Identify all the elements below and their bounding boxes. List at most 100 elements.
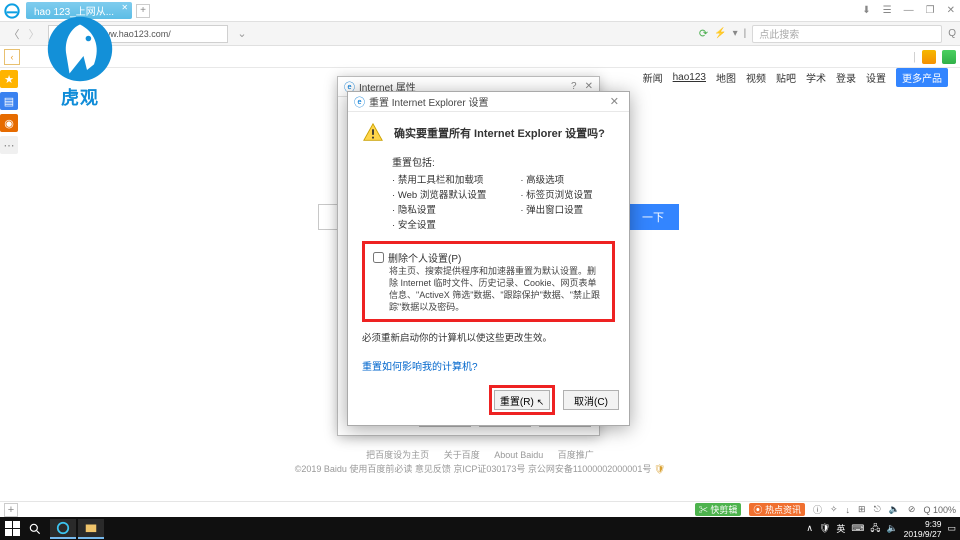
reset-cancel-button[interactable]: 取消(C)	[563, 390, 619, 410]
cursor-icon: ↖	[537, 397, 545, 407]
minimize-button[interactable]: —	[901, 5, 917, 16]
ribbon-more-icon[interactable]: ⋯	[0, 136, 18, 154]
download-icon[interactable]: ⬇	[859, 5, 873, 16]
baidu-search-button[interactable]: 一下	[627, 204, 679, 230]
link-hao123[interactable]: hao123	[673, 72, 706, 83]
url-caret[interactable]: ▾	[733, 28, 738, 39]
link-login[interactable]: 登录	[836, 70, 856, 85]
hotnews-button[interactable]: ⦿ 热点资讯	[749, 503, 805, 516]
baidu-footer: 把百度设为主页 关于百度 About Baidu 百度推广 ©2019 Baid…	[0, 448, 960, 476]
status-icon[interactable]: ⎋	[874, 504, 881, 515]
tray-volume-icon[interactable]: 🔈	[886, 523, 897, 534]
back-button[interactable]: 〈	[4, 24, 24, 44]
tray-notification-icon[interactable]: ▭	[947, 523, 956, 534]
sync-icon[interactable]: ⟳	[699, 27, 708, 40]
status-speaker-icon[interactable]: 🔈	[889, 504, 900, 515]
link-settings[interactable]: 设置	[866, 70, 886, 85]
tray-shield-icon[interactable]: 🛡	[819, 523, 830, 534]
top-nav-links: 新闻 hao123 地图 视频 贴吧 学术 登录 设置 更多产品	[643, 68, 948, 87]
ribbon-weibo-icon[interactable]: ◉	[0, 114, 18, 132]
titlebar: hao 123_上网从... + ⬇ ☰ — ❐ ✕	[0, 0, 960, 22]
list-item: 弹出窗口设置	[520, 203, 592, 218]
huguan-logo: 虎观	[40, 14, 120, 110]
logo-text: 虎观	[40, 84, 120, 110]
bookmarks-bar: ‹ |	[0, 46, 960, 68]
reset-help-link[interactable]: 重置如何影响我的计算机?	[362, 358, 478, 373]
zoom-level[interactable]: Q 100%	[923, 505, 956, 515]
extension-icon-2[interactable]	[942, 50, 956, 64]
status-icon[interactable]: ✧	[830, 504, 838, 515]
reset-title: 重置 Internet Explorer 设置	[369, 94, 488, 109]
reset-titlebar[interactable]: ⓔ 重置 Internet Explorer 设置 ✕	[348, 92, 629, 112]
list-item: 禁用工具栏和加载项	[392, 173, 486, 188]
taskbar-clock[interactable]: 9:39 2019/9/27	[904, 519, 942, 539]
taskbar-explorer-icon[interactable]	[78, 519, 104, 539]
tray-keyboard-icon[interactable]: ⌨	[851, 523, 864, 534]
reset-confirm-button[interactable]: 重置(R) ↖	[494, 390, 550, 410]
url-bar: 〈 〉 🔒 https://www.hao123.com/ ⌄ ⟳ ⚡ ▾ | …	[0, 22, 960, 46]
taskbar-search-icon[interactable]	[22, 519, 48, 539]
dropdown-icon[interactable]: ⌄	[232, 24, 252, 44]
delete-personal-checkbox[interactable]: 删除个人设置(P)	[373, 250, 604, 265]
reset-ie-dialog: ⓔ 重置 Internet Explorer 设置 ✕ 确实要重置所有 Inte…	[347, 91, 630, 426]
window-controls: ⬇ ☰ — ❐ ✕	[859, 5, 958, 16]
close-button[interactable]: ✕	[944, 5, 958, 16]
link-xueshu[interactable]: 学术	[806, 70, 826, 85]
link-map[interactable]: 地图	[716, 70, 736, 85]
ie-icon: ⓔ	[354, 94, 365, 110]
status-icon[interactable]: ⊞	[858, 504, 866, 515]
tray-up-icon[interactable]: ∧	[806, 523, 813, 534]
list-item: Web 浏览器默认设置	[392, 188, 486, 203]
reset-close-button[interactable]: ✕	[606, 95, 623, 108]
list-item: 隐私设置	[392, 203, 486, 218]
delete-personal-highlight: 删除个人设置(P) 将主页、搜索提供程序和加速器重置为默认设置。删除 Inter…	[362, 241, 615, 322]
footer-copyright: ©2019 Baidu 使用百度前必读 意见反馈 京ICP证030173号 京公…	[295, 464, 652, 474]
ribbon-doc-icon[interactable]: ▤	[0, 92, 18, 110]
status-icon[interactable]: ⓘ	[813, 503, 822, 516]
omni-search-input[interactable]: 点此搜索	[752, 25, 942, 43]
footer-link[interactable]: 关于百度	[444, 450, 480, 460]
restore-button[interactable]: ❐	[923, 5, 938, 16]
link-video[interactable]: 视频	[746, 70, 766, 85]
delete-personal-desc: 将主页、搜索提供程序和加速器重置为默认设置。删除 Internet 临时文件、历…	[373, 265, 604, 313]
browser-status-bar: + ✂ 快剪辑 ⦿ 热点资讯 ⓘ ✧ ↓ ⊞ ⎋ 🔈 ⊘ Q 100%	[0, 501, 960, 517]
list-item: 标签页浏览设置	[520, 188, 592, 203]
status-block-icon[interactable]: ⊘	[908, 504, 916, 515]
list-item: 安全设置	[392, 218, 486, 233]
search-icon[interactable]: Q	[948, 28, 956, 39]
shield-icon: 🛡	[654, 464, 665, 474]
url-pipe: |	[744, 28, 747, 39]
new-tab-button[interactable]: +	[136, 4, 150, 18]
extension-icon-1[interactable]	[922, 50, 936, 64]
kuaijianji-button[interactable]: ✂ 快剪辑	[695, 503, 742, 516]
tray-ime-icon[interactable]: 英	[836, 522, 845, 535]
ie-edge-icon	[4, 3, 20, 19]
ext-pipe: |	[913, 51, 916, 63]
reset-button-highlight: 重置(R) ↖	[489, 385, 555, 415]
menu-icon[interactable]: ☰	[880, 5, 895, 16]
link-tieba[interactable]: 贴吧	[776, 70, 796, 85]
left-ribbon: ★ ▤ ◉ ⋯	[0, 70, 20, 154]
footer-link[interactable]: 百度推广	[558, 450, 594, 460]
windows-taskbar: ∧ 🛡 英 ⌨ 🖧 🔈 9:39 2019/9/27 ▭	[0, 517, 960, 540]
warning-icon	[362, 122, 384, 144]
bolt-icon[interactable]: ⚡	[714, 28, 726, 39]
bookmark-back-icon[interactable]: ‹	[4, 49, 20, 65]
reset-section-label: 重置包括:	[392, 154, 615, 169]
reset-col2: 高级选项 标签页浏览设置 弹出窗口设置	[520, 173, 592, 233]
footer-link[interactable]: About Baidu	[494, 450, 543, 460]
taskbar-ie-icon[interactable]	[50, 519, 76, 539]
reset-col1: 禁用工具栏和加载项 Web 浏览器默认设置 隐私设置 安全设置	[392, 173, 486, 233]
status-download-icon[interactable]: ↓	[846, 505, 851, 515]
status-plus-button[interactable]: +	[4, 503, 18, 517]
must-restart-text: 必须重新启动你的计算机以使这些更改生效。	[362, 330, 615, 344]
more-products-button[interactable]: 更多产品	[896, 68, 948, 87]
reset-headline: 确实要重置所有 Internet Explorer 设置吗?	[394, 125, 605, 141]
tray-network-icon[interactable]: 🖧	[870, 521, 880, 537]
list-item: 高级选项	[520, 173, 592, 188]
logo-icon	[45, 14, 115, 84]
start-button[interactable]	[4, 521, 20, 537]
ribbon-star-icon[interactable]: ★	[0, 70, 18, 88]
footer-link[interactable]: 把百度设为主页	[366, 450, 429, 460]
link-news[interactable]: 新闻	[643, 70, 663, 85]
